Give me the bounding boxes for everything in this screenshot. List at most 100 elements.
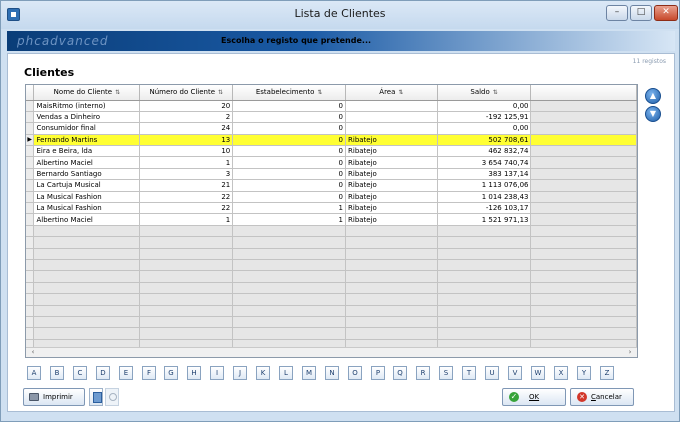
table-row[interactable]: La Musical Fashion 22 0 Ribatejo 1 014 238,4… [26, 191, 637, 204]
letter-button-x[interactable]: X [554, 366, 568, 380]
dialog-window: Lista de Clientes – □ ✕ phcadvanced Esco… [0, 0, 680, 422]
arrow-up-icon: ▲ [649, 91, 657, 100]
column-header-saldo[interactable]: Saldo ⇅ [437, 85, 532, 101]
column-header-estabelecimento[interactable]: Estabelecimento ⇅ [232, 85, 347, 101]
column-header-numero[interactable]: Número do Cliente ⇅ [139, 85, 234, 101]
grid-filler-cell [530, 213, 637, 226]
letter-button-l[interactable]: L [279, 366, 293, 380]
letter-button-n[interactable]: N [325, 366, 339, 380]
grid-cell [345, 305, 438, 317]
maximize-button[interactable]: □ [630, 5, 652, 21]
grid-cell [139, 282, 234, 295]
grid-cell [139, 270, 234, 283]
grid-filler-cell [530, 168, 637, 181]
move-down-button[interactable]: ▼ [645, 106, 661, 122]
table-row[interactable]: Bernardo Santiago 3 0 Ribatejo 383 137,14 [26, 168, 637, 181]
row-indicator [26, 156, 35, 169]
grid-cell: Ribatejo [345, 213, 438, 226]
table-row[interactable]: Consumidor final 24 0 0,00 [26, 122, 637, 135]
letter-button-t[interactable]: T [462, 366, 476, 380]
letter-button-j[interactable]: J [233, 366, 247, 380]
empty-row [26, 282, 637, 295]
table-row[interactable]: Vendas a Dinheiro 2 0 -192 125,91 [26, 111, 637, 124]
grid-cell: 0,00 [437, 100, 532, 112]
search-button[interactable] [105, 388, 119, 406]
table-row[interactable]: ▶ Fernando Martins 13 0 Ribatejo 502 708,61 [26, 134, 637, 147]
grid-cell: 383 137,14 [437, 168, 532, 181]
scroll-right-icon[interactable]: › [625, 348, 635, 357]
letter-button-z[interactable]: Z [600, 366, 614, 380]
grid-cell: 0 [232, 156, 347, 169]
letter-button-w[interactable]: W [531, 366, 545, 380]
letter-button-p[interactable]: P [371, 366, 385, 380]
grid-filler-cell [530, 134, 637, 147]
row-indicator [26, 145, 35, 158]
table-row[interactable]: Eira e Beira, lda 10 0 Ribatejo 462 832,74 [26, 145, 637, 158]
sort-icon: ⇅ [115, 89, 121, 97]
grid-cell [345, 316, 438, 329]
grid-cell: 3 [139, 168, 234, 181]
letter-button-m[interactable]: M [302, 366, 316, 380]
letter-button-r[interactable]: R [416, 366, 430, 380]
column-header-area[interactable]: Área ⇅ [345, 85, 438, 101]
letter-button-q[interactable]: Q [393, 366, 407, 380]
scroll-left-icon[interactable]: ‹ [28, 348, 38, 357]
grid-cell: 22 [139, 191, 234, 204]
print-button[interactable]: Imprimir [23, 388, 85, 406]
grid-cell [33, 248, 141, 260]
ok-button[interactable]: ✓ OK [502, 388, 566, 406]
letter-button-y[interactable]: Y [577, 366, 591, 380]
grid-filler-cell [530, 156, 637, 169]
letter-button-i[interactable]: I [210, 366, 224, 380]
letter-button-e[interactable]: E [119, 366, 133, 380]
cancel-button[interactable]: ✕ Cancelar [570, 388, 634, 406]
letter-button-o[interactable]: O [348, 366, 362, 380]
table-row[interactable]: MaisRitmo (interno) 20 0 0,00 [26, 100, 637, 112]
grid-cell [437, 282, 532, 295]
move-up-button[interactable]: ▲ [645, 88, 661, 104]
clients-grid[interactable]: Nome do Cliente ⇅ Número do Cliente ⇅ Esta… [25, 84, 638, 358]
grid-cell: Fernando Martins [33, 134, 141, 147]
row-indicator [26, 248, 35, 260]
letter-button-d[interactable]: D [96, 366, 110, 380]
minimize-button[interactable]: – [606, 5, 628, 21]
grid-cell [345, 270, 438, 283]
arrow-down-icon: ▼ [649, 109, 657, 118]
letter-button-k[interactable]: K [256, 366, 270, 380]
grid-cell: 462 832,74 [437, 145, 532, 158]
close-button[interactable]: ✕ [654, 5, 678, 21]
table-row[interactable]: Albertino Maciel 1 1 Ribatejo 1 521 971,13 [26, 213, 637, 226]
empty-row [26, 316, 637, 329]
horizontal-scrollbar[interactable]: ‹ › [26, 347, 637, 357]
letter-button-s[interactable]: S [439, 366, 453, 380]
grid-cell: Eira e Beira, lda [33, 145, 141, 158]
grid-cell: Ribatejo [345, 145, 438, 158]
grid-cell: 1 [232, 202, 347, 215]
grid-cell [139, 236, 234, 249]
letter-button-v[interactable]: V [508, 366, 522, 380]
sort-icon: ⇅ [317, 89, 323, 97]
table-row[interactable]: La Cartuja Musical 21 0 Ribatejo 1 113 076,0… [26, 179, 637, 192]
grid-filler-cell [530, 145, 637, 158]
letter-button-b[interactable]: B [50, 366, 64, 380]
empty-row [26, 259, 637, 272]
letter-button-f[interactable]: F [142, 366, 156, 380]
letter-button-c[interactable]: C [73, 366, 87, 380]
letter-button-u[interactable]: U [485, 366, 499, 380]
grid-cell [437, 248, 532, 260]
grid-filler-cell [530, 327, 637, 340]
column-header-nome[interactable]: Nome do Cliente ⇅ [33, 85, 141, 101]
grid-cell [33, 293, 141, 306]
grid-cell [139, 327, 234, 340]
export-button[interactable] [89, 388, 103, 406]
maximize-icon: □ [636, 7, 646, 17]
empty-row [26, 225, 637, 238]
title-bar[interactable]: Lista de Clientes – □ ✕ [1, 1, 679, 29]
letter-button-a[interactable]: A [27, 366, 41, 380]
letter-button-g[interactable]: G [164, 366, 178, 380]
table-row[interactable]: Albertino Maciel 1 0 Ribatejo 3 654 740,74 [26, 156, 637, 169]
table-row[interactable]: La Musical Fashion 22 1 Ribatejo -126 103,17 [26, 202, 637, 215]
letter-button-h[interactable]: H [187, 366, 201, 380]
grid-cell [345, 248, 438, 260]
grid-cell: Ribatejo [345, 191, 438, 204]
